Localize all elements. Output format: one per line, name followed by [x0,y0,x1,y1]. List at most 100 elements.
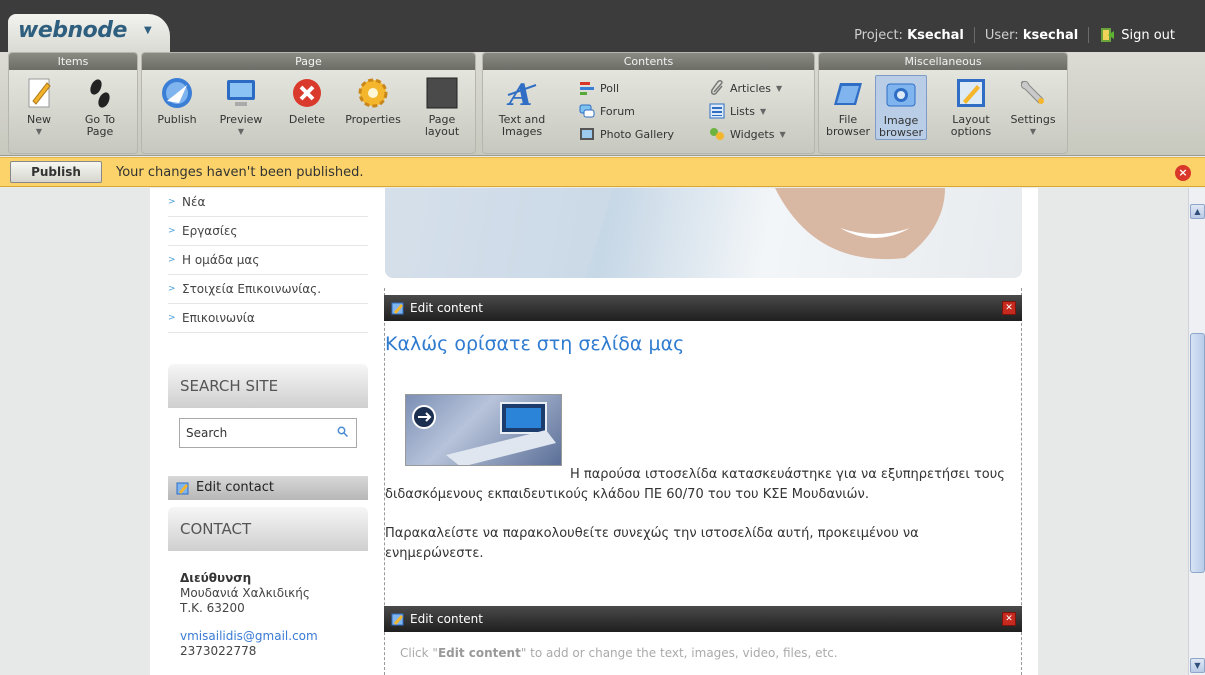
poll-button[interactable]: Poll [579,80,619,96]
items-group: Items New ▼ Go To Page [8,52,138,154]
search-icon[interactable] [337,426,348,437]
phone-number: 2373022778 [180,644,257,658]
nav-item-nea[interactable]: > Νέα [168,188,368,217]
go-to-page-button[interactable]: Go To Page [75,75,125,138]
nav-item-label: Η ομάδα μας [182,253,260,267]
publish-button[interactable]: Publish [10,161,102,183]
properties-button[interactable]: Properties [338,75,408,126]
forum-label: Forum [600,104,635,118]
close-icon[interactable]: ✕ [1002,301,1016,315]
publish-tool-label: Publish [157,113,197,126]
paperclip-icon [710,80,723,95]
project-label: Project: [854,27,903,43]
user-name: ksechal [1022,27,1079,43]
page-canvas: > Νέα > Εργασίες > Η ομάδα μας > Στοιχεία Επ… [0,188,1205,675]
divider [1088,27,1090,43]
new-label: New [27,113,51,126]
photo-gallery-button[interactable]: Photo Gallery [579,126,674,142]
preview-button[interactable]: Preview ▼ [216,75,266,138]
go-to-page-label: Go To Page [84,113,116,138]
chevron-down-icon: ▼ [779,129,786,139]
misc-group: Miscellaneous File browser Image browser… [818,52,1068,154]
project-info: Project: Ksechal [854,28,964,43]
delete-button[interactable]: Delete [282,75,332,126]
session-info: Project: Ksechal User: ksechal Sign out [854,27,1175,43]
toolbar-ribbon: Items New ▼ Go To Page Page Publish Prev… [0,52,1205,156]
contents-group-title: Contents [483,53,814,70]
webnode-logo: webnode [18,18,127,43]
contents-group: Contents A Text and Images Poll Forum Ph… [482,52,815,154]
hint-prefix: Click " [400,646,438,660]
sign-out-label: Sign out [1121,27,1175,43]
wrench-icon [1020,80,1044,104]
header-photo-art [385,188,945,278]
widgets-icon [710,128,724,140]
image-browser-button[interactable]: Image browser [875,75,927,140]
logo-tab[interactable]: webnode ▼ [8,14,170,52]
intro-paragraph-line1: Η παρούσα ιστοσελίδα κατασκευάστηκε για … [570,467,1005,482]
articles-button[interactable]: Articles ▼ [709,80,782,96]
site-navigation: > Νέα > Εργασίες > Η ομάδα μας > Στοιχεία Επ… [168,188,368,333]
site-preview: > Νέα > Εργασίες > Η ομάδα μας > Στοιχεία Επ… [150,188,1038,675]
settings-button[interactable]: Settings ▼ [1005,75,1061,138]
file-browser-button[interactable]: File browser [823,75,873,138]
photo-gallery-label: Photo Gallery [600,127,675,141]
chevron-right-icon: > [168,284,176,294]
lists-button[interactable]: Lists ▼ [709,103,766,119]
intro-paragraph-line2: διδασκόμενους εκπαιδευτικούς κλάδου ΠΕ 6… [385,487,869,502]
close-icon[interactable]: × [1175,165,1191,181]
photo-gallery-icon [580,128,594,140]
close-icon[interactable]: ✕ [1002,612,1016,626]
email-link[interactable]: vmisailidis@gmail.com [180,629,318,644]
layout-options-button[interactable]: Layout options [945,75,997,138]
edit-icon [391,302,404,315]
layout-options-icon [957,79,985,107]
poll-label: Poll [600,81,620,95]
nav-item-label: Επικοινωνία [182,311,255,325]
edit-content-bar[interactable]: Edit content ✕ [384,295,1022,321]
scroll-up-icon[interactable]: ▲ [1190,204,1205,219]
nav-item-contact[interactable]: > Επικοινωνία [168,304,368,333]
postal-code: Τ.Κ. 63200 [180,601,245,615]
layout-icon [426,77,458,109]
hint-suffix: " to add or change the text, images, vid… [520,646,838,660]
nav-item-contact-details[interactable]: > Στοιχεία Επικοινωνίας. [168,275,368,304]
contact-title: CONTACT [168,507,368,551]
empty-content-hint: Click "Edit content" to add or change th… [400,646,838,660]
search-input[interactable]: Search [179,418,357,448]
page-group: Page Publish Preview ▼ Delete Properties… [141,52,476,154]
scroll-down-icon[interactable]: ▼ [1190,658,1205,673]
delete-label: Delete [288,113,326,126]
new-button[interactable]: New ▼ [19,75,59,138]
edit-icon [391,613,404,626]
computer-image [405,394,562,466]
delete-icon [293,79,321,107]
widgets-button[interactable]: Widgets ▼ [709,126,786,142]
monitor-icon [227,80,255,106]
gear-icon [358,78,388,108]
publish-tool-button[interactable]: Publish [152,75,202,126]
search-input-value: Search [186,426,228,440]
chevron-down-icon: ▼ [776,83,783,93]
address-line: Μουδανιά Χαλκιδικής [180,586,310,600]
list-icon [709,103,725,119]
hint-action: Edit content [437,646,521,660]
divider [973,27,975,43]
preview-label: Preview [219,113,263,126]
scroll-thumb[interactable] [1190,333,1205,573]
vertical-scrollbar[interactable]: ▲ ▼ [1188,188,1205,675]
forum-button[interactable]: Forum [579,103,635,119]
nav-item-label: Εργασίες [182,224,238,238]
chevron-right-icon: > [168,197,176,207]
header-photo [385,188,1022,278]
chevron-right-icon: > [168,226,176,236]
notification-message: Your changes haven't been published. [116,164,364,180]
text-and-images-button[interactable]: A Text and Images [491,75,553,138]
sign-out-link[interactable]: Sign out [1099,27,1175,43]
nav-item-ergasies[interactable]: > Εργασίες [168,217,368,246]
edit-content-bar-2[interactable]: Edit content ✕ [384,606,1022,632]
nav-item-team[interactable]: > Η ομάδα μας [168,246,368,275]
page-layout-button[interactable]: Page layout [416,75,468,138]
page-layout-label: Page layout [424,113,460,138]
edit-contact-button[interactable]: Edit contact [168,476,368,500]
